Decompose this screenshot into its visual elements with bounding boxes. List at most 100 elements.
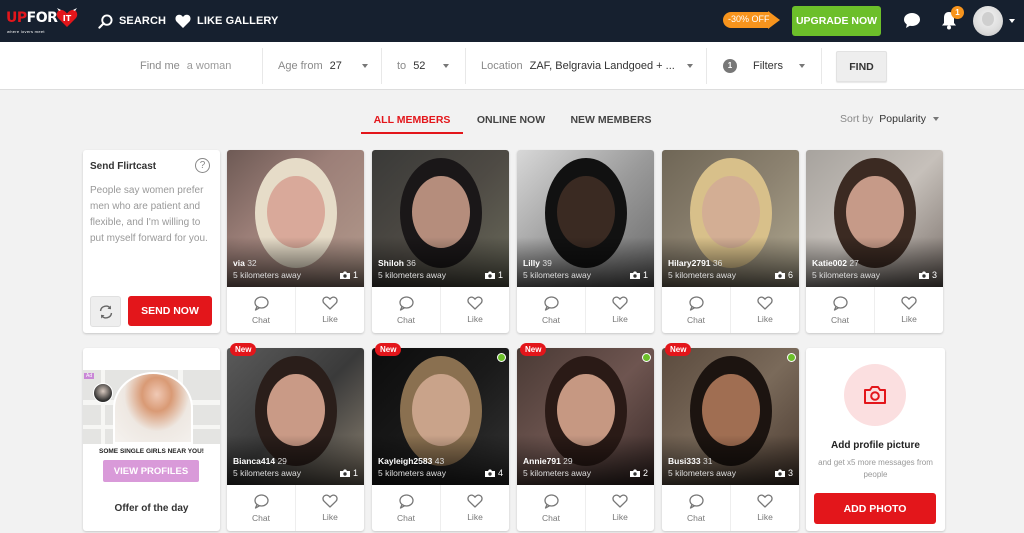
like-button[interactable]: Like bbox=[874, 287, 943, 333]
help-icon[interactable]: ? bbox=[195, 158, 210, 173]
chat-bubble-icon bbox=[833, 295, 848, 311]
add-photo-button[interactable]: ADD PHOTO bbox=[814, 493, 936, 524]
member-photo[interactable]: Bianca414 29 5 kilometers away 1 bbox=[227, 348, 364, 485]
find-me-value: a woman bbox=[186, 60, 232, 72]
age-to-select[interactable]: to 52 bbox=[397, 42, 450, 90]
find-me-field[interactable]: Find me a woman bbox=[140, 42, 231, 90]
map-road bbox=[101, 370, 105, 444]
logo-part-up: UP bbox=[6, 10, 27, 26]
member-photo[interactable]: Katie002 27 5 kilometers away 3 bbox=[806, 150, 943, 287]
member-photo[interactable]: Kayleigh2583 43 5 kilometers away 4 bbox=[372, 348, 509, 485]
chat-bubble-icon bbox=[544, 295, 559, 311]
member-card[interactable]: Katie002 27 5 kilometers away 3 Chat Like bbox=[806, 150, 943, 333]
upgrade-now-button[interactable]: UPGRADE NOW bbox=[792, 6, 881, 36]
like-button[interactable]: Like bbox=[440, 287, 509, 333]
member-actions: Chat Like bbox=[517, 485, 654, 531]
chat-bubble-icon bbox=[689, 295, 704, 311]
view-profiles-button[interactable]: VIEW PROFILES bbox=[103, 460, 199, 482]
member-photo[interactable]: via 32 5 kilometers away 1 bbox=[227, 150, 364, 287]
member-card[interactable]: Shiloh 36 5 kilometers away 1 Chat Like bbox=[372, 150, 509, 333]
location-select[interactable]: Location ZAF, Belgravia Landgoed + ... bbox=[481, 42, 693, 90]
member-photo[interactable]: Busi333 31 5 kilometers away 3 bbox=[662, 348, 799, 485]
photo-count-camera-icon bbox=[629, 469, 640, 477]
messages-icon[interactable] bbox=[903, 12, 921, 29]
chat-button[interactable]: Chat bbox=[372, 485, 440, 531]
member-name: Katie002 bbox=[812, 258, 847, 268]
divider bbox=[262, 48, 263, 84]
member-photo[interactable]: Annie791 29 5 kilometers away 2 bbox=[517, 348, 654, 485]
like-label: Like bbox=[612, 512, 628, 522]
chat-button[interactable]: Chat bbox=[372, 287, 440, 333]
refresh-icon bbox=[99, 304, 112, 319]
like-heart-icon bbox=[467, 296, 483, 310]
avatar-dropdown-caret-icon[interactable] bbox=[1009, 19, 1015, 23]
find-button[interactable]: FIND bbox=[836, 51, 887, 82]
member-distance: 5 kilometers away bbox=[233, 270, 302, 280]
filters-select[interactable]: 1 Filters bbox=[723, 42, 805, 90]
chat-button[interactable]: Chat bbox=[662, 287, 730, 333]
chat-bubble-icon bbox=[399, 295, 414, 311]
nav-like-gallery[interactable]: LIKE GALLERY bbox=[175, 0, 278, 42]
chat-label: Chat bbox=[252, 512, 270, 523]
like-button[interactable]: Like bbox=[295, 287, 364, 333]
like-button[interactable]: Like bbox=[585, 287, 654, 333]
like-button[interactable]: Like bbox=[295, 485, 364, 531]
tab-new-members[interactable]: NEW MEMBERS bbox=[560, 108, 662, 134]
member-info: Busi333 31 5 kilometers away bbox=[668, 455, 736, 479]
chat-button[interactable]: Chat bbox=[662, 485, 730, 531]
chat-button[interactable]: Chat bbox=[806, 287, 874, 333]
like-label: Like bbox=[757, 512, 773, 522]
notification-count-badge: 1 bbox=[951, 6, 964, 19]
member-age: 32 bbox=[247, 258, 257, 268]
chat-button[interactable]: Chat bbox=[517, 485, 585, 531]
chat-button[interactable]: Chat bbox=[227, 485, 295, 531]
user-avatar[interactable] bbox=[973, 6, 1003, 36]
chat-label: Chat bbox=[252, 314, 270, 325]
like-label: Like bbox=[467, 314, 483, 324]
tab-online-now[interactable]: ONLINE NOW bbox=[470, 108, 552, 134]
refresh-message-button[interactable] bbox=[90, 296, 121, 327]
member-photo[interactable]: Lilly 39 5 kilometers away 1 bbox=[517, 150, 654, 287]
chat-bubble-icon bbox=[689, 493, 704, 509]
photo-count-value: 3 bbox=[931, 270, 937, 280]
member-card[interactable]: Busi333 31 5 kilometers away 3 Chat Like bbox=[662, 348, 799, 531]
member-distance: 5 kilometers away bbox=[668, 468, 737, 478]
member-card[interactable]: Annie791 29 5 kilometers away 2 Chat Like bbox=[517, 348, 654, 531]
ad-headline: SOME SINGLE GIRLS NEAR YOU! bbox=[99, 448, 204, 455]
add-photo-title: Add profile picture bbox=[831, 440, 920, 451]
ad-card[interactable]: Ad SOME SINGLE GIRLS NEAR YOU! VIEW PROF… bbox=[83, 348, 220, 531]
tab-all-members[interactable]: ALL MEMBERS bbox=[361, 108, 463, 134]
chat-button[interactable]: Chat bbox=[227, 287, 295, 333]
chat-button[interactable]: Chat bbox=[517, 287, 585, 333]
new-member-badge: New bbox=[520, 343, 547, 356]
member-card[interactable]: Bianca414 29 5 kilometers away 1 Chat Like bbox=[227, 348, 364, 531]
photo-count: 3 bbox=[918, 270, 937, 280]
discount-promo-badge[interactable]: -30% OFF bbox=[723, 11, 781, 29]
member-distance: 5 kilometers away bbox=[668, 270, 737, 280]
member-photo[interactable]: Shiloh 36 5 kilometers away 1 bbox=[372, 150, 509, 287]
member-photo[interactable]: Hilary2791 36 5 kilometers away 6 bbox=[662, 150, 799, 287]
member-actions: Chat Like bbox=[372, 485, 509, 531]
like-button[interactable]: Like bbox=[730, 485, 799, 531]
send-now-button[interactable]: SEND NOW bbox=[128, 296, 212, 326]
member-card[interactable]: Hilary2791 36 5 kilometers away 6 Chat Like bbox=[662, 150, 799, 333]
logo[interactable]: UPFOR IT where lovers meet bbox=[6, 4, 82, 38]
online-status-dot bbox=[497, 353, 506, 362]
add-profile-picture-card: Add profile picture and get x5 more mess… bbox=[806, 348, 945, 531]
member-age: 29 bbox=[563, 456, 573, 466]
sort-by-select[interactable]: Sort by Popularity bbox=[840, 113, 939, 125]
chevron-down-icon bbox=[686, 64, 693, 68]
like-button[interactable]: Like bbox=[440, 485, 509, 531]
nav-search[interactable]: SEARCH bbox=[98, 0, 166, 42]
camera-circle[interactable] bbox=[844, 364, 906, 426]
chevron-down-icon bbox=[798, 64, 805, 68]
member-name: Shiloh bbox=[378, 258, 404, 268]
member-distance: 5 kilometers away bbox=[523, 270, 592, 280]
like-button[interactable]: Like bbox=[730, 287, 799, 333]
online-status-dot bbox=[642, 353, 651, 362]
member-card[interactable]: Lilly 39 5 kilometers away 1 Chat Like bbox=[517, 150, 654, 333]
member-card[interactable]: Kayleigh2583 43 5 kilometers away 4 Chat Lik… bbox=[372, 348, 509, 531]
member-card[interactable]: via 32 5 kilometers away 1 Chat Like bbox=[227, 150, 364, 333]
age-from-select[interactable]: Age from 27 bbox=[278, 42, 368, 90]
like-button[interactable]: Like bbox=[585, 485, 654, 531]
